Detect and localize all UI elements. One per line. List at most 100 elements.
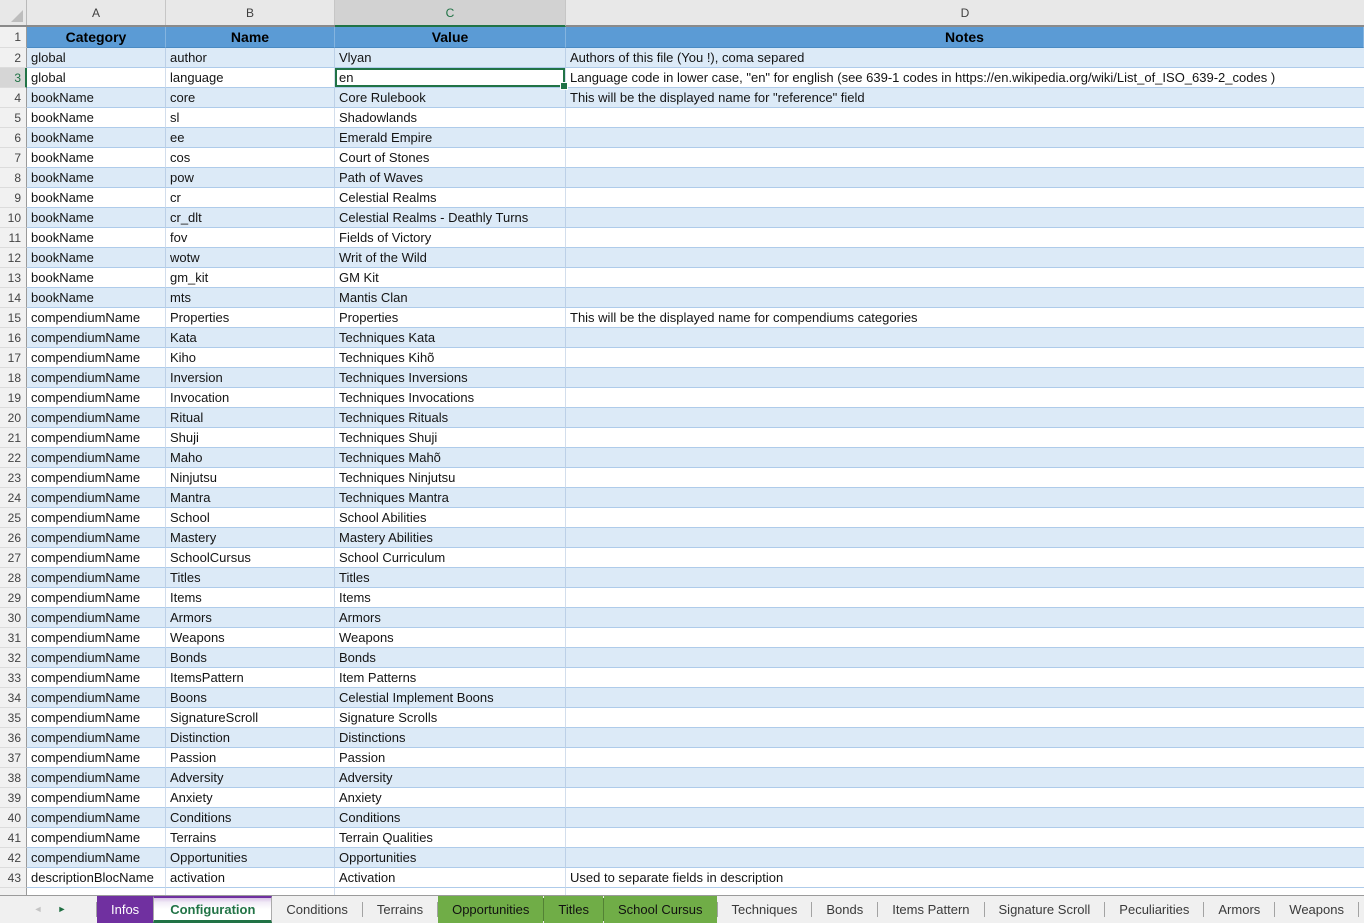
cell-A34[interactable]: compendiumName	[27, 688, 166, 708]
cell-A24[interactable]: compendiumName	[27, 488, 166, 508]
cell-D2[interactable]: Authors of this file (You !), coma separ…	[566, 48, 1364, 68]
cell-A41[interactable]: compendiumName	[27, 828, 166, 848]
cell-A18[interactable]: compendiumName	[27, 368, 166, 388]
cell-A9[interactable]: bookName	[27, 188, 166, 208]
cell-B32[interactable]: Bonds	[166, 648, 335, 668]
cell-C30[interactable]: Armors	[335, 608, 566, 628]
cell-B17[interactable]: Kiho	[166, 348, 335, 368]
cell-D37[interactable]	[566, 748, 1364, 768]
column-header-B[interactable]: B	[166, 0, 335, 25]
cell-B1[interactable]: Name	[166, 27, 335, 48]
cell-D38[interactable]	[566, 768, 1364, 788]
cell-D7[interactable]	[566, 148, 1364, 168]
cell-A14[interactable]: bookName	[27, 288, 166, 308]
cell-D1[interactable]: Notes	[566, 27, 1364, 48]
cell-A27[interactable]: compendiumName	[27, 548, 166, 568]
cell-B26[interactable]: Mastery	[166, 528, 335, 548]
cell-D8[interactable]	[566, 168, 1364, 188]
cell-B22[interactable]: Maho	[166, 448, 335, 468]
cell-A31[interactable]: compendiumName	[27, 628, 166, 648]
row-number[interactable]: 4	[0, 88, 27, 108]
cell-B21[interactable]: Shuji	[166, 428, 335, 448]
cell-C36[interactable]: Distinctions	[335, 728, 566, 748]
cell-D35[interactable]	[566, 708, 1364, 728]
cell-B39[interactable]: Anxiety	[166, 788, 335, 808]
sheet-tab-school-cursus[interactable]: School Cursus	[604, 896, 717, 923]
cell-B42[interactable]: Opportunities	[166, 848, 335, 868]
cell-C7[interactable]: Court of Stones	[335, 148, 566, 168]
cell-D19[interactable]	[566, 388, 1364, 408]
row-number[interactable]: 12	[0, 248, 27, 268]
sheet-tab-techniques[interactable]: Techniques	[718, 896, 812, 923]
cell-B9[interactable]: cr	[166, 188, 335, 208]
cell-B25[interactable]: School	[166, 508, 335, 528]
cell-B12[interactable]: wotw	[166, 248, 335, 268]
cell-D41[interactable]	[566, 828, 1364, 848]
cell-B16[interactable]: Kata	[166, 328, 335, 348]
cell-D33[interactable]	[566, 668, 1364, 688]
cell-C42[interactable]: Opportunities	[335, 848, 566, 868]
row-number[interactable]: 36	[0, 728, 27, 748]
cell-B27[interactable]: SchoolCursus	[166, 548, 335, 568]
cell-D25[interactable]	[566, 508, 1364, 528]
row-number[interactable]: 9	[0, 188, 27, 208]
cell-C35[interactable]: Signature Scrolls	[335, 708, 566, 728]
cell-C33[interactable]: Item Patterns	[335, 668, 566, 688]
cell-C34[interactable]: Celestial Implement Boons	[335, 688, 566, 708]
cell-C24[interactable]: Techniques Mantra	[335, 488, 566, 508]
row-number[interactable]: 21	[0, 428, 27, 448]
cell-C37[interactable]: Passion	[335, 748, 566, 768]
cell-B23[interactable]: Ninjutsu	[166, 468, 335, 488]
cell-D16[interactable]	[566, 328, 1364, 348]
cell-D3[interactable]: Language code in lower case, "en" for en…	[566, 68, 1364, 88]
row-number[interactable]: 27	[0, 548, 27, 568]
sheet-tab-items-pattern[interactable]: Items Pattern	[878, 896, 983, 923]
cell-B19[interactable]: Invocation	[166, 388, 335, 408]
cell-C39[interactable]: Anxiety	[335, 788, 566, 808]
cell-C40[interactable]: Conditions	[335, 808, 566, 828]
cell-A11[interactable]: bookName	[27, 228, 166, 248]
cell-C5[interactable]: Shadowlands	[335, 108, 566, 128]
cell-B18[interactable]: Inversion	[166, 368, 335, 388]
cell-C8[interactable]: Path of Waves	[335, 168, 566, 188]
cell-B14[interactable]: mts	[166, 288, 335, 308]
cell-B24[interactable]: Mantra	[166, 488, 335, 508]
row-number[interactable]: 26	[0, 528, 27, 548]
cell-B41[interactable]: Terrains	[166, 828, 335, 848]
sheet-tab-peculiarities[interactable]: Peculiarities	[1105, 896, 1203, 923]
cell-C28[interactable]: Titles	[335, 568, 566, 588]
cell-D31[interactable]	[566, 628, 1364, 648]
cell-B5[interactable]: sl	[166, 108, 335, 128]
cell-C21[interactable]: Techniques Shuji	[335, 428, 566, 448]
cell-C15[interactable]: Properties	[335, 308, 566, 328]
row-number[interactable]: 16	[0, 328, 27, 348]
row-number[interactable]: 32	[0, 648, 27, 668]
cell-A8[interactable]: bookName	[27, 168, 166, 188]
cell-B8[interactable]: pow	[166, 168, 335, 188]
cell-A7[interactable]: bookName	[27, 148, 166, 168]
cell-C14[interactable]: Mantis Clan	[335, 288, 566, 308]
cell-B4[interactable]: core	[166, 88, 335, 108]
sheet-tab-titles[interactable]: Titles	[544, 896, 603, 923]
cell-B13[interactable]: gm_kit	[166, 268, 335, 288]
column-header-C[interactable]: C	[335, 0, 566, 27]
cell-D12[interactable]	[566, 248, 1364, 268]
sheet-tab-weapons[interactable]: Weapons	[1275, 896, 1358, 923]
row-number[interactable]: 29	[0, 588, 27, 608]
column-header-D[interactable]: D	[566, 0, 1364, 25]
cell-B31[interactable]: Weapons	[166, 628, 335, 648]
row-number[interactable]: 19	[0, 388, 27, 408]
cell-C25[interactable]: School Abilities	[335, 508, 566, 528]
cell-C32[interactable]: Bonds	[335, 648, 566, 668]
cell-A6[interactable]: bookName	[27, 128, 166, 148]
cell-B37[interactable]: Passion	[166, 748, 335, 768]
cell-D22[interactable]	[566, 448, 1364, 468]
cell-A12[interactable]: bookName	[27, 248, 166, 268]
row-number[interactable]: 7	[0, 148, 27, 168]
cell-A4[interactable]: bookName	[27, 88, 166, 108]
cell-D15[interactable]: This will be the displayed name for comp…	[566, 308, 1364, 328]
row-number[interactable]: 24	[0, 488, 27, 508]
row-number[interactable]: 10	[0, 208, 27, 228]
row-number[interactable]: 1	[0, 27, 27, 48]
cell-C9[interactable]: Celestial Realms	[335, 188, 566, 208]
